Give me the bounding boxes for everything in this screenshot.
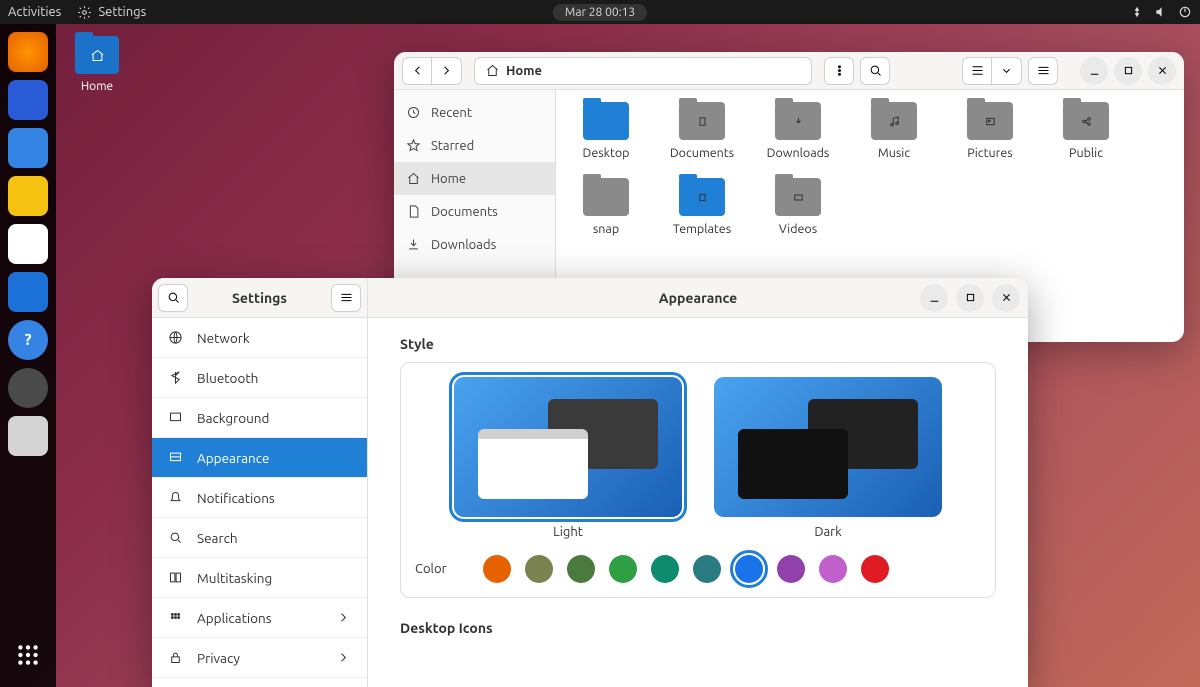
dock-software[interactable]	[8, 272, 48, 312]
sidebar-documents[interactable]: Documents	[394, 195, 555, 228]
power-icon[interactable]	[1178, 5, 1192, 19]
color-swatch[interactable]	[651, 555, 679, 583]
panel-title: Appearance	[659, 290, 737, 306]
settings-close-button[interactable]	[992, 284, 1020, 312]
sidebar-item-applications[interactable]: Applications	[152, 598, 367, 638]
chevron-right-icon	[336, 610, 351, 625]
color-swatch[interactable]	[693, 555, 721, 583]
sidebar-item-multitasking[interactable]: Multitasking	[152, 558, 367, 598]
dock-firefox[interactable]	[8, 32, 48, 72]
view-list-button[interactable]	[962, 57, 992, 85]
settings-search-button[interactable]	[158, 284, 188, 312]
minimize-button[interactable]	[1080, 57, 1108, 85]
settings-menu-button[interactable]	[331, 284, 361, 312]
dock-help[interactable]: ?	[8, 320, 48, 360]
path-menu-button[interactable]	[824, 57, 854, 85]
folder-music[interactable]: Music	[860, 102, 928, 160]
search-button[interactable]	[860, 57, 890, 85]
style-dark-label: Dark	[814, 525, 841, 539]
sidebar-recent[interactable]: Recent	[394, 96, 555, 129]
sidebar-item-search[interactable]: Search	[152, 518, 367, 558]
sidebar-item-bluetooth[interactable]: Bluetooth	[152, 358, 367, 398]
color-swatch[interactable]	[777, 555, 805, 583]
settings-minimize-button[interactable]	[920, 284, 948, 312]
settings-content: Style Light Dark Color Deskto	[368, 318, 1028, 687]
nav-back-button[interactable]	[402, 57, 432, 85]
color-swatch[interactable]	[567, 555, 595, 583]
dock-rhythmbox[interactable]	[8, 176, 48, 216]
dock: ?	[0, 24, 56, 687]
clock[interactable]: Mar 28 00:13	[553, 4, 647, 21]
folder-pictures[interactable]: Pictures	[956, 102, 1024, 160]
gear-icon	[77, 5, 92, 20]
desktop-home-label: Home	[81, 80, 113, 93]
sidebar-starred[interactable]: Starred	[394, 129, 555, 162]
folder-downloads[interactable]: Downloads	[764, 102, 832, 160]
folder-public[interactable]: Public	[1052, 102, 1120, 160]
sidebar-item-privacy[interactable]: Privacy	[152, 638, 367, 678]
style-light-option[interactable]	[454, 377, 682, 517]
folder-icon	[75, 36, 119, 74]
folder-desktop[interactable]: Desktop	[572, 102, 640, 160]
nav-forward-button[interactable]	[432, 57, 462, 85]
dock-trash[interactable]	[8, 416, 48, 456]
dock-settings[interactable]	[8, 368, 48, 408]
color-swatch[interactable]	[525, 555, 553, 583]
settings-main-header: Appearance	[368, 278, 1028, 318]
sidebar-downloads[interactable]: Downloads	[394, 228, 555, 261]
top-bar: Activities Settings Mar 28 00:13	[0, 0, 1200, 24]
files-header: Home	[394, 52, 1184, 90]
settings-sidebar: Settings Network Bluetooth Background Ap…	[152, 278, 368, 687]
color-swatch[interactable]	[819, 555, 847, 583]
color-swatch[interactable]	[483, 555, 511, 583]
folder-documents[interactable]: Documents	[668, 102, 736, 160]
color-swatch[interactable]	[735, 555, 763, 583]
color-row: Color	[415, 555, 981, 583]
desktop-icons-heading: Desktop Icons	[400, 620, 996, 636]
dock-files[interactable]	[8, 128, 48, 168]
color-swatch[interactable]	[861, 555, 889, 583]
dock-libreoffice[interactable]	[8, 224, 48, 264]
grid-icon	[15, 642, 41, 668]
desktop-home-icon[interactable]: Home	[75, 36, 119, 93]
network-icon[interactable]	[1130, 5, 1144, 19]
hamburger-button[interactable]	[1028, 57, 1058, 85]
dock-show-apps[interactable]	[8, 635, 48, 675]
volume-icon[interactable]	[1154, 5, 1168, 19]
activities-button[interactable]: Activities	[8, 5, 61, 19]
sidebar-item-network[interactable]: Network	[152, 318, 367, 358]
settings-window: Settings Network Bluetooth Background Ap…	[152, 278, 1028, 687]
style-dark-option[interactable]	[714, 377, 942, 517]
sidebar-item-appearance[interactable]: Appearance	[152, 438, 367, 478]
settings-title: Settings	[232, 290, 287, 306]
sidebar-item-background[interactable]: Background	[152, 398, 367, 438]
folder-templates[interactable]: Templates	[668, 178, 736, 236]
sidebar-home[interactable]: Home	[394, 162, 555, 195]
color-swatch[interactable]	[609, 555, 637, 583]
dock-thunderbird[interactable]	[8, 80, 48, 120]
maximize-button[interactable]	[1114, 57, 1142, 85]
style-heading: Style	[400, 336, 996, 352]
path-bar[interactable]: Home	[474, 57, 812, 85]
style-light-label: Light	[553, 525, 583, 539]
sidebar-item-notifications[interactable]: Notifications	[152, 478, 367, 518]
folder-snap[interactable]: snap	[572, 178, 640, 236]
style-box: Light Dark Color	[400, 362, 996, 598]
active-app[interactable]: Settings	[77, 5, 146, 20]
settings-maximize-button[interactable]	[956, 284, 984, 312]
close-button[interactable]	[1148, 57, 1176, 85]
view-dropdown-button[interactable]	[992, 57, 1022, 85]
folder-videos[interactable]: Videos	[764, 178, 832, 236]
color-label: Color	[415, 562, 465, 576]
chevron-right-icon	[336, 650, 351, 665]
